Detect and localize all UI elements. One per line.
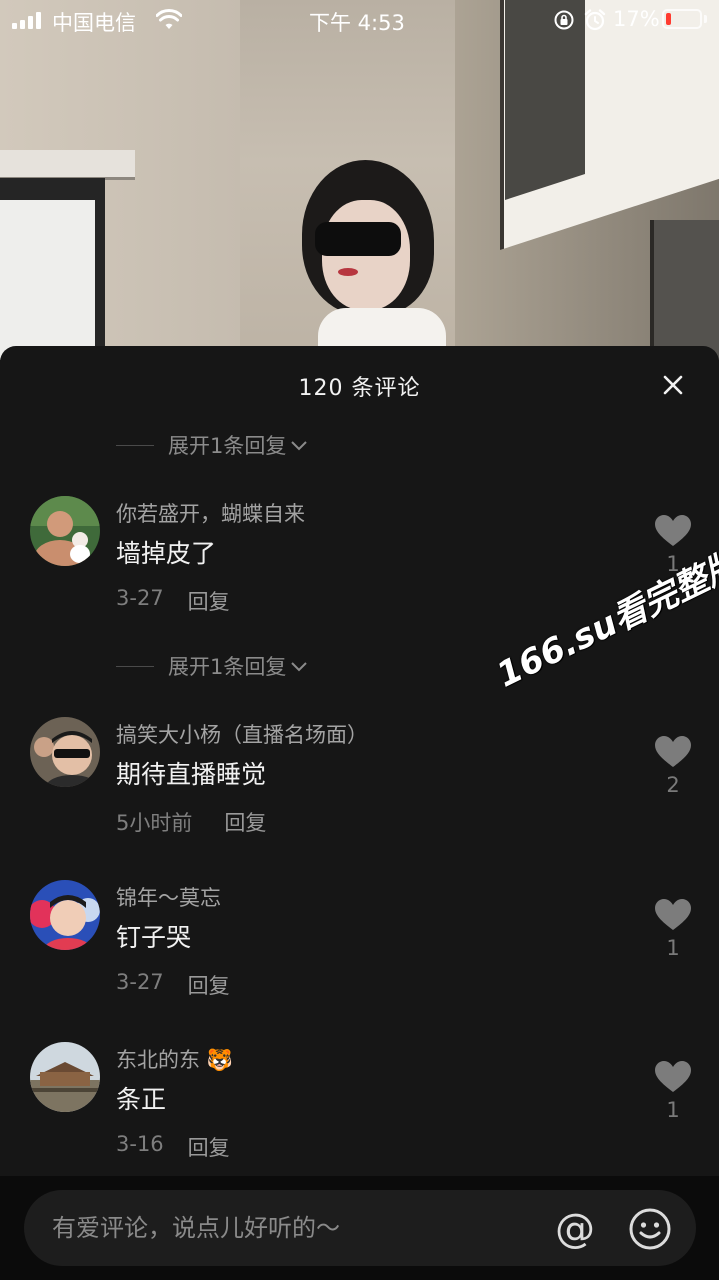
comments-sheet: 120 条评论 展开1条回复 你若盛开，蝴蝶自来 墙掉皮了 3-27 回复 1 … — [0, 346, 719, 1280]
video-projector-screen — [0, 150, 135, 180]
status-time: 下午 4:53 — [309, 11, 405, 35]
comment-meta: 5小时前 回复 — [116, 807, 266, 837]
heart-icon[interactable] — [653, 514, 693, 548]
expand-replies-label: 展开1条回复 — [168, 434, 287, 458]
reply-button[interactable]: 回复 — [224, 807, 266, 837]
video-player[interactable] — [0, 0, 719, 360]
heart-icon[interactable] — [653, 1060, 693, 1094]
reply-button[interactable]: 回复 — [188, 970, 230, 1000]
wifi-icon — [156, 9, 182, 29]
video-board-surface — [0, 200, 95, 360]
comment-time: 3-27 — [116, 970, 164, 994]
mention-button[interactable]: @ — [552, 1206, 598, 1252]
comment-input[interactable] — [52, 1190, 532, 1266]
heart-icon[interactable] — [653, 735, 693, 769]
battery-icon — [662, 9, 702, 29]
user-avatar[interactable] — [30, 496, 100, 566]
expand-divider — [116, 665, 154, 667]
like-count: 2 — [666, 773, 680, 797]
comment-meta: 3-27 回复 — [116, 970, 230, 1000]
alarm-icon — [584, 9, 606, 31]
chevron-down-icon — [291, 441, 308, 451]
expand-divider — [116, 444, 154, 446]
comment-time: 5小时前 — [116, 811, 193, 835]
expand-replies-label: 展开1条回复 — [168, 655, 287, 679]
screen: 中国电信 下午 4:53 17% 120 条评论 展开1条回复 你若盛开，蝴蝶自… — [0, 0, 719, 1280]
video-person-lips — [338, 268, 358, 276]
heart-icon[interactable] — [653, 898, 693, 932]
comment-text: 条正 — [116, 1085, 167, 1114]
user-avatar[interactable] — [30, 1042, 100, 1112]
comment-username[interactable]: 你若盛开，蝴蝶自来 — [116, 498, 305, 528]
chevron-down-icon — [291, 662, 308, 672]
comment-text: 钉子哭 — [116, 923, 192, 952]
tiger-emoji: 🐯 — [206, 1048, 233, 1072]
comment-item: 锦年～莫忘 钉子哭 3-27 回复 1 — [0, 880, 719, 1020]
like-count: 1 — [666, 1098, 680, 1122]
comment-username[interactable]: 锦年～莫忘 — [116, 882, 221, 912]
status-bar: 中国电信 下午 4:53 17% — [0, 0, 719, 40]
comment-username[interactable]: 搞笑大小杨（直播名场面） — [116, 719, 368, 749]
battery-percent: 17% — [613, 7, 660, 31]
cellular-signal-icon — [12, 12, 44, 29]
comment-username: 东北的东 🐯 — [116, 1044, 233, 1074]
carrier-name: 中国电信 — [52, 11, 136, 35]
comment-item: 搞笑大小杨（直播名场面） 期待直播睡觉 5小时前 回复 2 — [0, 717, 719, 857]
close-icon[interactable] — [656, 368, 690, 402]
comment-username-text[interactable]: 东北的东 — [116, 1048, 200, 1072]
reply-button[interactable]: 回复 — [188, 1132, 230, 1162]
comment-item: 东北的东 🐯 条正 3-16 回复 1 — [0, 1042, 719, 1182]
comment-input-bar: @ — [0, 1176, 719, 1280]
comment-text: 期待直播睡觉 — [116, 760, 267, 789]
expand-replies-button[interactable]: 展开1条回复 — [116, 651, 308, 681]
battery-level-fill — [666, 13, 671, 25]
user-avatar[interactable] — [30, 880, 100, 950]
reply-button[interactable]: 回复 — [188, 586, 230, 616]
expand-replies-button[interactable]: 展开1条回复 — [116, 430, 308, 460]
comment-text: 墙掉皮了 — [116, 539, 217, 568]
user-avatar[interactable] — [30, 717, 100, 787]
comment-meta: 3-27 回复 — [116, 586, 230, 616]
like-count: 1 — [666, 936, 680, 960]
comments-title: 120 条评论 — [298, 376, 421, 401]
video-window — [650, 220, 719, 360]
video-person-sunglasses — [315, 222, 401, 256]
comment-time: 3-27 — [116, 586, 164, 610]
emoji-icon[interactable] — [628, 1207, 672, 1251]
battery-cap — [704, 15, 707, 23]
comment-meta: 3-16 回复 — [116, 1132, 230, 1162]
comment-time: 3-16 — [116, 1132, 164, 1156]
rotation-lock-icon — [554, 10, 574, 30]
